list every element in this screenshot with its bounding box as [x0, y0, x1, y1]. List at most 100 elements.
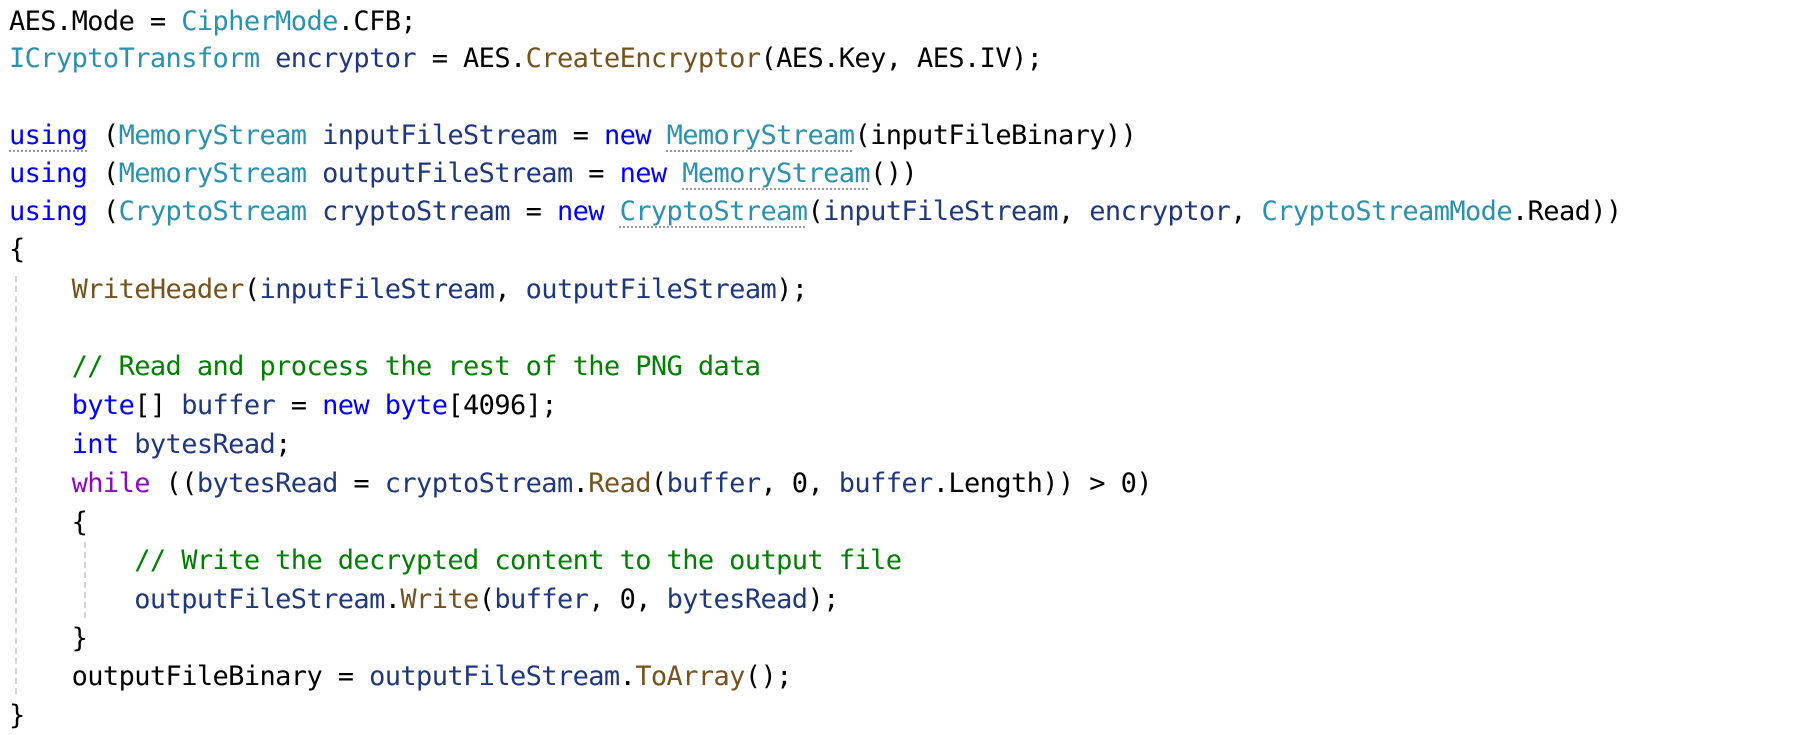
code-token-method: Write [400, 584, 479, 615]
code-token-method: ToArray [635, 661, 745, 692]
code-token-type: MemoryStream [666, 120, 855, 151]
code-token-plain: [] [134, 390, 182, 421]
code-token-plain: . [384, 584, 401, 615]
code-token-plain: .Mode = [55, 6, 182, 37]
code-line: { [9, 504, 88, 542]
code-token-identifier: bytesRead [134, 429, 276, 460]
code-token-plain: ( [807, 196, 824, 227]
code-token-plain: = [556, 120, 604, 151]
code-token-plain: = AES. [416, 43, 527, 74]
code-token-keyword: new [603, 120, 652, 151]
code-token-identifier: inputFileStream [259, 274, 495, 305]
code-token-identifier: buffer [666, 468, 762, 499]
code-token-keyword: new [556, 196, 605, 227]
code-line: // Read and process the rest of the PNG … [9, 348, 761, 386]
code-token-identifier: buffer [181, 390, 276, 421]
code-token-identifier: encryptor [275, 43, 417, 74]
code-token-plain: (); [744, 661, 793, 692]
code-token-plain: = [275, 390, 323, 421]
code-line: // Write the decrypted content to the ou… [9, 542, 902, 580]
code-token-type: ICryptoTransform [9, 43, 260, 74]
code-line: using (MemoryStream outputFileStream = n… [9, 155, 918, 193]
code-line: int bytesRead; [9, 426, 292, 464]
code-line: AES.Mode = CipherMode.CFB; [9, 3, 417, 41]
code-token-keyword: using [9, 158, 88, 189]
code-token-plain: ); [776, 274, 808, 305]
code-token-type: CryptoStream [619, 196, 808, 227]
code-token-plain: (inputFileBinary)) [854, 120, 1137, 151]
code-token-plain: ; [275, 429, 291, 460]
code-token-plain: { [9, 507, 88, 538]
code-token-plain: = [510, 196, 557, 227]
code-token-plain: ); [807, 584, 839, 615]
code-token-plain: , [1230, 196, 1262, 227]
code-token-plain: ( [478, 584, 495, 615]
code-line: ICryptoTransform encryptor = AES.CreateE… [9, 40, 1043, 78]
code-line: WriteHeader(inputFileStream, outputFileS… [9, 271, 808, 309]
code-token-type: MemoryStream [118, 158, 307, 189]
code-token-identifier: inputFileStream [322, 120, 557, 151]
code-token-identifier: buffer [494, 584, 589, 615]
code-line: { [9, 231, 25, 269]
code-token-plain: , [1057, 196, 1090, 227]
code-token-comment: // Read and process the rest of the PNG … [71, 351, 761, 382]
code-token-identifier: encryptor [1089, 196, 1231, 227]
code-token-plain: (( [149, 468, 198, 499]
code-token-identifier: bytesRead [196, 468, 339, 499]
code-token-plain: , 0, [760, 468, 839, 499]
code-token-plain: (AES.Key, AES.IV); [760, 43, 1043, 74]
code-token-keyword: using [9, 120, 88, 151]
code-line: } [9, 697, 25, 735]
code-line: byte[] buffer = new byte[4096]; [9, 387, 558, 425]
code-token-plain: ( [650, 468, 667, 499]
code-editor[interactable]: AES.Mode = CipherMode.CFB; ICryptoTransfo… [9, 0, 1804, 734]
code-token-control: while [71, 468, 151, 499]
code-token-keyword: new [619, 158, 668, 189]
code-line: using (MemoryStream inputFileStream = ne… [9, 117, 1137, 155]
code-token-identifier: outputFileStream [369, 661, 620, 692]
code-line: } [9, 620, 88, 658]
code-token-plain: = [337, 468, 385, 499]
code-token-identifier: cryptoStream [322, 196, 510, 227]
code-token-plain: ( [243, 274, 260, 305]
code-token-identifier: outputFileStream [525, 274, 777, 305]
code-token-method: CreateEncryptor [525, 43, 761, 74]
code-token-type: CryptoStreamMode [1261, 196, 1513, 227]
code-token-plain: ( [87, 158, 119, 189]
code-token-type: MemoryStream [118, 120, 307, 151]
code-token-type: MemoryStream [682, 158, 871, 189]
code-token-type: CryptoStream [118, 196, 307, 227]
code-token-keyword: int [71, 429, 120, 460]
code-token-plain: = [572, 158, 620, 189]
code-token-plain: 4096 [463, 390, 526, 421]
code-token-keyword: byte [384, 390, 448, 421]
code-token-method: WriteHeader [71, 274, 245, 305]
code-token-identifier: bytesRead [666, 584, 809, 615]
code-token-plain: { [9, 234, 25, 265]
code-token-keyword: byte [71, 390, 135, 421]
code-token-identifier: cryptoStream [384, 468, 573, 499]
code-token-plain: } [9, 623, 88, 654]
code-line: outputFileStream.Write(buffer, 0, bytesR… [9, 581, 839, 619]
code-token-plain: ]; [525, 390, 558, 421]
code-line: while ((bytesRead = cryptoStream.Read(bu… [9, 465, 1153, 503]
code-token-keyword: new [322, 390, 370, 421]
code-token-keyword: using [9, 196, 88, 227]
code-token-identifier: outputFileStream [322, 158, 573, 189]
code-token-plain: .Length)) > 0) [932, 468, 1153, 499]
